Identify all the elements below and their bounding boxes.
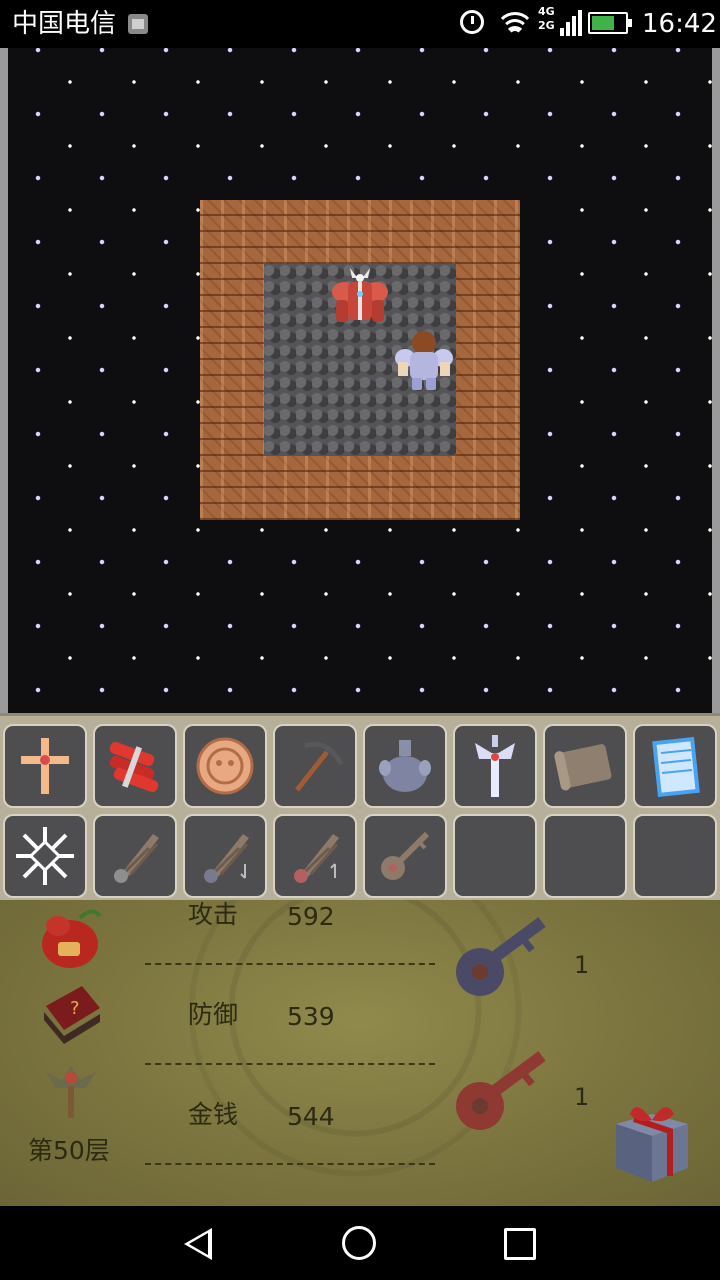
signal-icon: 4G 2G <box>538 6 582 40</box>
item-slot-lucky-coin[interactable] <box>183 724 267 808</box>
red-key-icon <box>456 1051 546 1130</box>
floor-label: 第50层 <box>28 1136 110 1165</box>
wing-down-icon <box>204 834 249 883</box>
defense-value: 539 <box>287 1002 335 1031</box>
item-slot-empty[interactable] <box>453 814 537 898</box>
monster-book-icon[interactable]: ? <box>40 982 104 1044</box>
sword-icon <box>475 735 515 797</box>
red-knight-monster[interactable] <box>328 264 392 328</box>
item-slot-ice-magic[interactable] <box>3 814 87 898</box>
carrier-name: 中国电信 <box>12 9 117 39</box>
cross-icon <box>21 738 69 794</box>
gold-value: 544 <box>287 1102 335 1131</box>
item-slot-empty[interactable] <box>633 814 717 898</box>
divider <box>145 1163 435 1165</box>
svg-text:?: ? <box>70 998 80 1019</box>
home-icon[interactable] <box>342 1226 376 1260</box>
dynamite-icon <box>109 741 159 792</box>
scroll-icon <box>554 744 612 791</box>
item-bag-icon[interactable] <box>36 904 106 970</box>
status-bar: 中国电信 4G 2G 16:42 <box>0 0 720 48</box>
defense-label: 防御 <box>188 1000 239 1029</box>
item-bar <box>0 713 720 900</box>
hero-character[interactable] <box>392 328 456 392</box>
clock: 16:42 <box>642 9 717 39</box>
item-slot-master-key[interactable] <box>363 814 447 898</box>
item-slot-pickaxe[interactable] <box>273 724 357 808</box>
attack-value: 592 <box>287 902 335 931</box>
item-slot-fly-up[interactable] <box>273 814 357 898</box>
back-icon[interactable] <box>184 1228 212 1260</box>
wifi-icon <box>498 10 532 36</box>
image-notification-icon <box>128 14 148 34</box>
item-slot-scroll[interactable] <box>543 724 627 808</box>
coin-icon <box>196 737 254 795</box>
gold-label: 金钱 <box>188 1100 239 1129</box>
network-2g-label: 2G <box>538 19 555 32</box>
recent-apps-icon[interactable] <box>504 1228 536 1260</box>
battery-icon <box>588 12 632 34</box>
item-slot-fly-down[interactable] <box>183 814 267 898</box>
item-slot-holy-cross[interactable] <box>3 724 87 808</box>
wing-icon <box>114 834 159 883</box>
item-slot-dynamite[interactable] <box>93 724 177 808</box>
navigation-bar <box>0 1206 720 1280</box>
divider <box>145 963 435 965</box>
flask-icon <box>379 740 431 792</box>
wing-up-icon <box>294 834 339 883</box>
notepad-icon <box>652 736 700 798</box>
status-panel: ? 第50层 攻击 592 防御 539 金钱 544 1 1 <box>0 900 720 1206</box>
blue-key-count: 1 <box>574 951 590 979</box>
item-slot-holy-water[interactable] <box>363 724 447 808</box>
fly-staff-icon[interactable] <box>42 1060 100 1120</box>
gift-box-icon[interactable] <box>608 1094 696 1186</box>
snowflake-icon <box>16 827 74 885</box>
game-map[interactable] <box>0 48 720 713</box>
item-slot-fly-wing[interactable] <box>93 814 177 898</box>
key-icon <box>381 831 430 880</box>
pickaxe-icon <box>295 741 344 792</box>
red-key-count: 1 <box>574 1083 590 1111</box>
divider <box>145 1063 435 1065</box>
alarm-icon <box>460 10 484 34</box>
item-slot-notepad[interactable] <box>633 724 717 808</box>
item-slot-holy-sword[interactable] <box>453 724 537 808</box>
blue-key-icon <box>456 917 546 996</box>
item-slot-empty[interactable] <box>543 814 627 898</box>
attack-label: 攻击 <box>188 900 239 929</box>
network-4g-label: 4G <box>538 5 555 18</box>
